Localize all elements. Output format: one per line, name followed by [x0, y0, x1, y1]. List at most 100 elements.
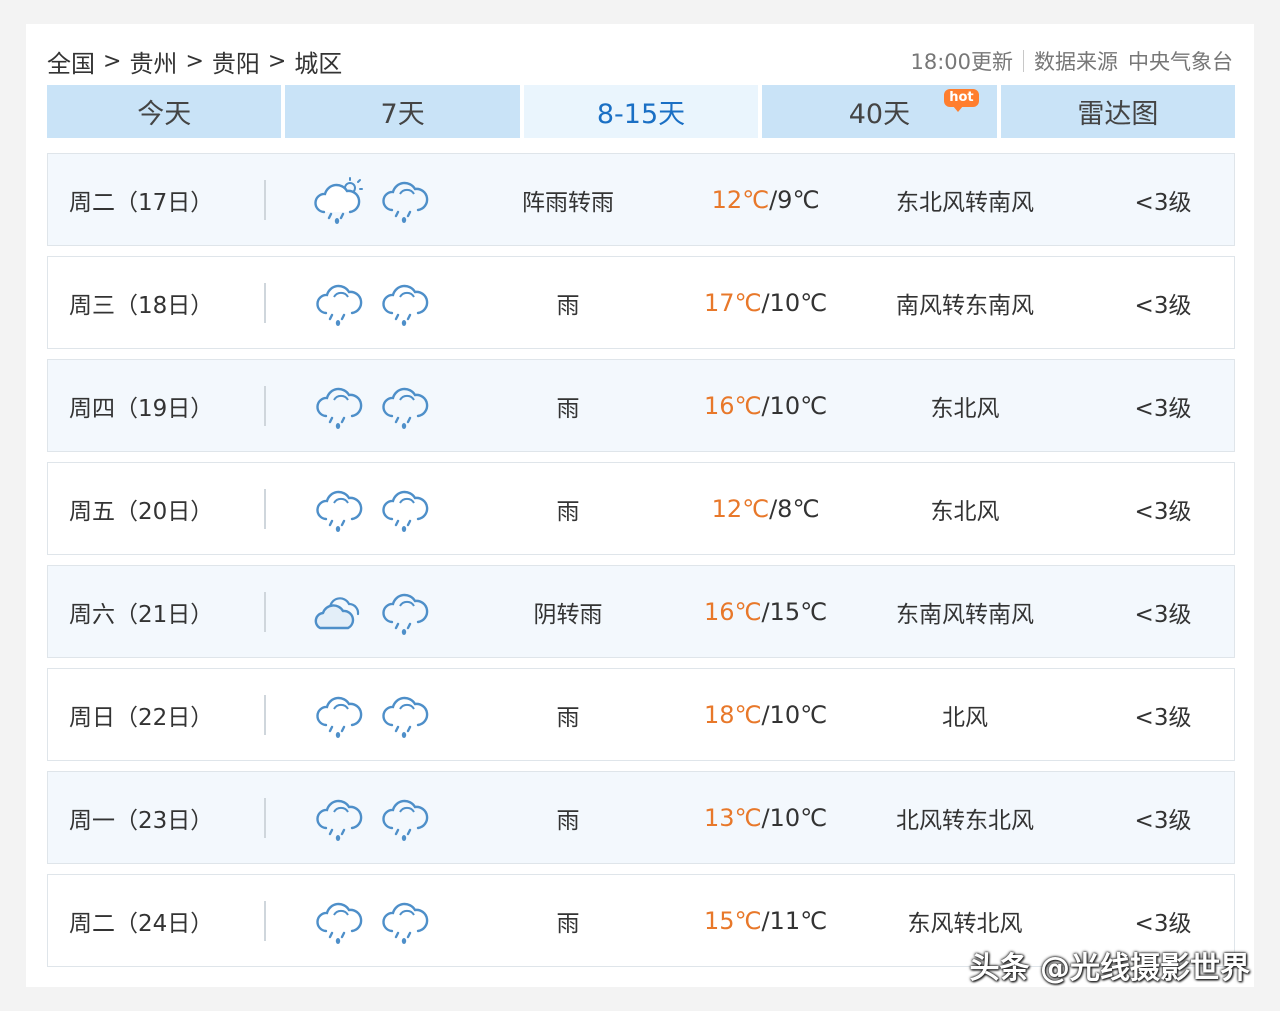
weather-description: 阴转雨: [533, 601, 603, 628]
weather-description: 雨: [556, 395, 580, 422]
temperature-range: 16℃/15℃: [668, 598, 863, 626]
divider: [264, 386, 266, 426]
low-temperature: 8℃: [777, 494, 820, 523]
divider: [264, 489, 266, 529]
wind-direction: 南风转东南风: [896, 292, 1034, 319]
temperature-range: 12℃/9℃: [668, 186, 863, 214]
low-temperature: 9℃: [777, 185, 820, 214]
weather-description: 雨: [556, 704, 580, 731]
watermark: 头条 @光线摄影世界: [969, 951, 1250, 986]
wind-direction: 东北风: [930, 498, 1000, 525]
high-temperature: 18℃: [703, 700, 762, 729]
wind-direction: 东北风: [930, 395, 1000, 422]
forecast-row: 周二（17日） 阵雨转雨 12℃/9℃ 东北风转南风 <3级: [47, 153, 1235, 246]
wind-direction: 北风转东北风: [896, 807, 1034, 834]
low-temperature: 10℃: [769, 803, 828, 832]
temperature-range: 18℃/10℃: [668, 701, 863, 729]
high-temperature: 13℃: [703, 803, 762, 832]
tab-today[interactable]: 今天: [47, 85, 282, 138]
rain-icon: [378, 691, 430, 745]
temperature-separator: /: [761, 906, 770, 935]
tab-label: 雷达图: [1077, 99, 1159, 130]
temperature-range: 16℃/10℃: [668, 392, 863, 420]
temperature-separator: /: [761, 700, 770, 729]
overcast-icon: [312, 588, 364, 642]
divider: [1023, 50, 1024, 72]
weather-description: 雨: [556, 292, 580, 319]
wind-direction: 东南风转南风: [896, 601, 1034, 628]
wind-level: <3级: [1134, 292, 1192, 319]
weather-icons: [312, 176, 430, 230]
temperature-separator: /: [761, 391, 770, 420]
rain-icon: [312, 279, 364, 333]
rain-icon: [312, 691, 364, 745]
wind-level: <3级: [1134, 189, 1192, 216]
weather-icons: [312, 279, 430, 333]
weather-icons: [312, 485, 430, 539]
temperature-separator: /: [761, 597, 770, 626]
weather-icons: [312, 691, 430, 745]
high-temperature: 17℃: [703, 288, 762, 317]
day-date: 周六（21日）: [69, 601, 214, 628]
divider: [264, 592, 266, 632]
wind-level: <3级: [1134, 498, 1192, 525]
tab-40-days[interactable]: 40天 hot: [762, 85, 997, 138]
divider: [264, 180, 266, 220]
shower-sun-icon: [312, 176, 364, 230]
high-temperature: 15℃: [703, 906, 762, 935]
day-date: 周三（18日）: [69, 292, 214, 319]
data-source-info: 18:00更新 数据来源 中央气象台: [910, 46, 1233, 76]
forecast-row: 周四（19日） 雨 16℃/10℃ 东北风 <3级: [47, 359, 1235, 452]
tab-radar[interactable]: 雷达图: [1000, 85, 1236, 138]
rain-icon: [378, 176, 430, 230]
low-temperature: 15℃: [769, 597, 828, 626]
weather-icons: [312, 897, 430, 951]
breadcrumb-separator: >: [103, 49, 122, 74]
weather-description: 雨: [556, 807, 580, 834]
rain-icon: [378, 485, 430, 539]
high-temperature: 16℃: [703, 597, 762, 626]
day-date: 周日（22日）: [69, 704, 214, 731]
weather-description: 阵雨转雨: [522, 189, 614, 216]
tab-label: 8-15天: [596, 99, 686, 130]
breadcrumb-item-province[interactable]: 贵州: [129, 44, 177, 79]
rain-icon: [378, 279, 430, 333]
temperature-separator: /: [761, 803, 770, 832]
hot-badge: hot: [944, 89, 979, 112]
tab-label: 今天: [137, 99, 192, 130]
wind-direction: 东北风转南风: [896, 189, 1034, 216]
low-temperature: 10℃: [769, 288, 828, 317]
tab-7-days[interactable]: 7天: [285, 85, 520, 138]
source-name: 中央气象台: [1128, 50, 1233, 74]
forecast-row: 周三（18日） 雨 17℃/10℃ 南风转东南风 <3级: [47, 256, 1235, 349]
update-time: 18:00更新: [910, 50, 1013, 74]
divider: [264, 798, 266, 838]
day-date: 周一（23日）: [69, 807, 214, 834]
rain-icon: [312, 897, 364, 951]
weather-icons: [312, 588, 430, 642]
day-date: 周二（24日）: [69, 910, 214, 937]
day-date: 周二（17日）: [69, 189, 214, 216]
tab-label: 40天: [848, 99, 911, 130]
forecast-row: 周六（21日） 阴转雨 16℃/15℃ 东南风转南风 <3级: [47, 565, 1235, 658]
rain-icon: [378, 794, 430, 848]
high-temperature: 12℃: [711, 494, 770, 523]
breadcrumb-item-district: 城区: [294, 50, 343, 78]
weather-description: 雨: [556, 498, 580, 525]
temperature-range: 13℃/10℃: [668, 804, 863, 832]
rain-icon: [312, 794, 364, 848]
rain-icon: [312, 485, 364, 539]
tab-8-15-days[interactable]: 8-15天: [523, 85, 759, 138]
breadcrumb: 全国 > 贵州 > 贵阳 > 城区: [47, 44, 342, 79]
temperature-separator: /: [769, 494, 778, 523]
high-temperature: 16℃: [703, 391, 762, 420]
weather-description: 雨: [556, 910, 580, 937]
weather-icons: [312, 382, 430, 436]
breadcrumb-item-country[interactable]: 全国: [47, 44, 95, 79]
forecast-row: 周日（22日） 雨 18℃/10℃ 北风 <3级: [47, 668, 1235, 761]
top-bar: 全国 > 贵州 > 贵阳 > 城区 18:00更新 数据来源 中央气象台: [47, 40, 1233, 82]
weather-icons: [312, 794, 430, 848]
wind-direction: 东风转北风: [907, 910, 1023, 937]
wind-level: <3级: [1134, 704, 1192, 731]
breadcrumb-item-city[interactable]: 贵阳: [212, 44, 260, 79]
